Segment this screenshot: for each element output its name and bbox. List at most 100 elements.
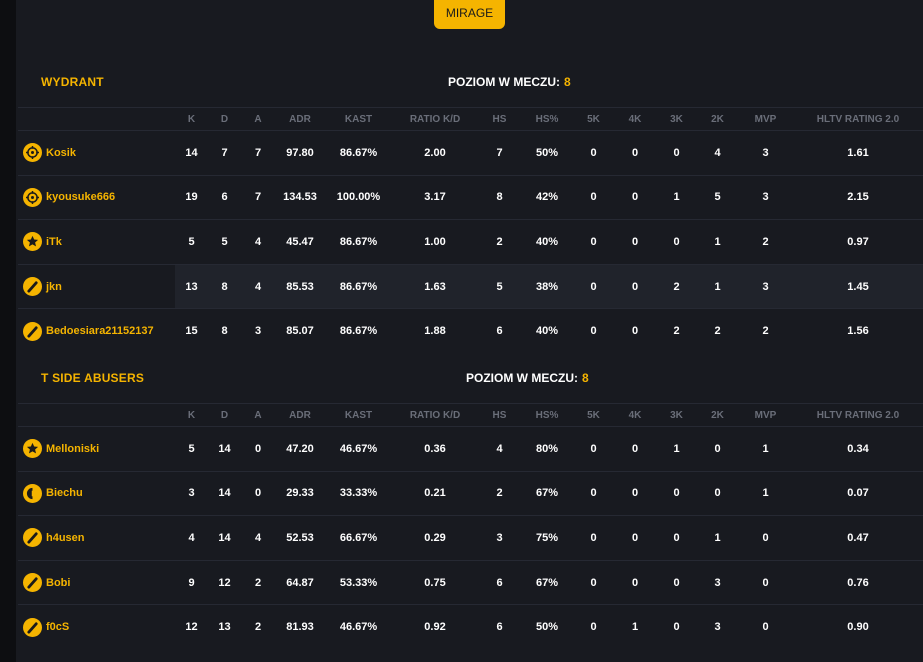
stat-d: 13 — [208, 604, 241, 650]
column-header-5k: 5K — [573, 107, 614, 131]
stat-mvp: 2 — [738, 308, 793, 354]
player-name-link[interactable]: jkn — [46, 281, 62, 293]
column-header-2k: 2K — [697, 107, 738, 131]
column-header-3k: 3K — [656, 107, 697, 131]
stat-hs: 6 — [478, 559, 521, 605]
player-name-link[interactable]: Bobi — [46, 577, 70, 589]
stat-hltv-rating: 0.97 — [793, 219, 923, 265]
player-name-link[interactable]: Biechu — [46, 487, 83, 499]
player-name-link[interactable]: Kosik — [46, 147, 76, 159]
stat-a: 3 — [241, 308, 275, 354]
stat-2k: 0 — [697, 470, 738, 516]
stat-d: 6 — [208, 174, 241, 220]
stat-5k: 0 — [573, 515, 614, 561]
slash-level-icon — [23, 573, 42, 593]
stat-hs-percent: 50% — [521, 130, 573, 176]
column-header-player — [18, 107, 175, 131]
stat-5k: 0 — [573, 470, 614, 516]
column-header-4k: 4K — [614, 107, 656, 131]
stat-adr: 85.53 — [275, 263, 325, 309]
stat-adr: 97.80 — [275, 130, 325, 176]
stat-2k: 1 — [697, 219, 738, 265]
stat-adr: 29.33 — [275, 470, 325, 516]
stat-adr: 47.20 — [275, 426, 325, 472]
stat-k: 4 — [175, 515, 208, 561]
player-cell: kyousuke666 — [18, 174, 175, 220]
player-row: iTk 5 5 4 45.47 86.67% 1.00 2 40% 0 0 0 1 2 0.97 — [18, 219, 923, 265]
player-cell: Kosik — [18, 130, 175, 176]
column-header-a: A — [241, 107, 275, 131]
player-cell: h4usen — [18, 515, 175, 561]
player-row: f0cS 12 13 2 81.93 46.67% 0.92 6 50% 0 1 0 3 0 0.90 — [18, 604, 923, 650]
half-level-icon — [23, 483, 42, 503]
stat-d: 14 — [208, 515, 241, 561]
stat-4k: 0 — [614, 174, 656, 220]
stat-hs: 6 — [478, 604, 521, 650]
stat-adr: 85.07 — [275, 308, 325, 354]
stat-hs: 3 — [478, 515, 521, 561]
player-name-link[interactable]: Melloniski — [46, 443, 99, 455]
stat-ratio-kd: 1.00 — [392, 219, 478, 265]
stat-4k: 0 — [614, 263, 656, 309]
stat-4k: 0 — [614, 515, 656, 561]
stat-hs-percent: 40% — [521, 308, 573, 354]
column-header-kast: KAST — [325, 403, 392, 427]
player-name-link[interactable]: h4usen — [46, 532, 85, 544]
stat-3k: 2 — [656, 263, 697, 309]
column-header-d: D — [208, 107, 241, 131]
column-header-adr: ADR — [275, 107, 325, 131]
match-level: POZIOM W MECZU: 8 — [466, 371, 589, 385]
stat-5k: 0 — [573, 219, 614, 265]
stat-2k: 3 — [697, 604, 738, 650]
stat-kast: 86.67% — [325, 308, 392, 354]
match-level: POZIOM W MECZU: 8 — [448, 75, 571, 89]
stat-hltv-rating: 0.76 — [793, 559, 923, 605]
stat-adr: 64.87 — [275, 559, 325, 605]
stat-2k: 2 — [697, 308, 738, 354]
player-row: Melloniski 5 14 0 47.20 46.67% 0.36 4 80% 0 0 1 0 1 0.… — [18, 426, 923, 472]
star-level-icon — [23, 232, 42, 252]
stat-3k: 0 — [656, 470, 697, 516]
stat-kast: 53.33% — [325, 559, 392, 605]
column-header-2k: 2K — [697, 403, 738, 427]
column-header-d: D — [208, 403, 241, 427]
stat-4k: 0 — [614, 130, 656, 176]
player-name-link[interactable]: f0cS — [46, 621, 69, 633]
team-header: WYDRANT POZIOM W MECZU: 8 — [18, 57, 923, 107]
stat-a: 4 — [241, 263, 275, 309]
column-header-mvp: MVP — [738, 403, 793, 427]
player-cell: Biechu — [18, 470, 175, 516]
stat-hltv-rating: 0.47 — [793, 515, 923, 561]
stat-4k: 0 — [614, 308, 656, 354]
stat-a: 4 — [241, 219, 275, 265]
stat-ratio-kd: 0.29 — [392, 515, 478, 561]
player-cell: iTk — [18, 219, 175, 265]
player-name-link[interactable]: iTk — [46, 236, 62, 248]
match-level-value: 8 — [563, 75, 571, 89]
map-mirage-button[interactable]: MIRAGE — [434, 0, 505, 29]
stat-hs: 2 — [478, 470, 521, 516]
column-header-hltv-rating: HLTV RATING 2.0 — [793, 403, 923, 427]
stat-d: 7 — [208, 130, 241, 176]
stat-d: 8 — [208, 263, 241, 309]
stat-a: 0 — [241, 470, 275, 516]
player-row: Biechu 3 14 0 29.33 33.33% 0.21 2 67% 0 0 0 0 1 0.07 — [18, 470, 923, 516]
stat-adr: 81.93 — [275, 604, 325, 650]
stat-hs-percent: 50% — [521, 604, 573, 650]
player-name-link[interactable]: kyousuke666 — [46, 191, 115, 203]
stat-4k: 0 — [614, 426, 656, 472]
stat-hs: 4 — [478, 426, 521, 472]
column-header-hs-percent: HS% — [521, 107, 573, 131]
star-level-icon — [23, 439, 42, 459]
match-level-label: POZIOM W MECZU: — [448, 75, 560, 89]
stat-kast: 33.33% — [325, 470, 392, 516]
player-name-link[interactable]: Bedoesiara21152137 — [46, 325, 154, 337]
crosshair-level-icon — [23, 187, 42, 207]
stat-hs-percent: 42% — [521, 174, 573, 220]
stat-hs-percent: 80% — [521, 426, 573, 472]
stat-a: 4 — [241, 515, 275, 561]
slash-level-icon — [23, 617, 42, 637]
team-panel-1: WYDRANT POZIOM W MECZU: 8 K D A ADR KAST RATIO… — [18, 57, 923, 354]
stat-3k: 0 — [656, 130, 697, 176]
stat-hs: 5 — [478, 263, 521, 309]
